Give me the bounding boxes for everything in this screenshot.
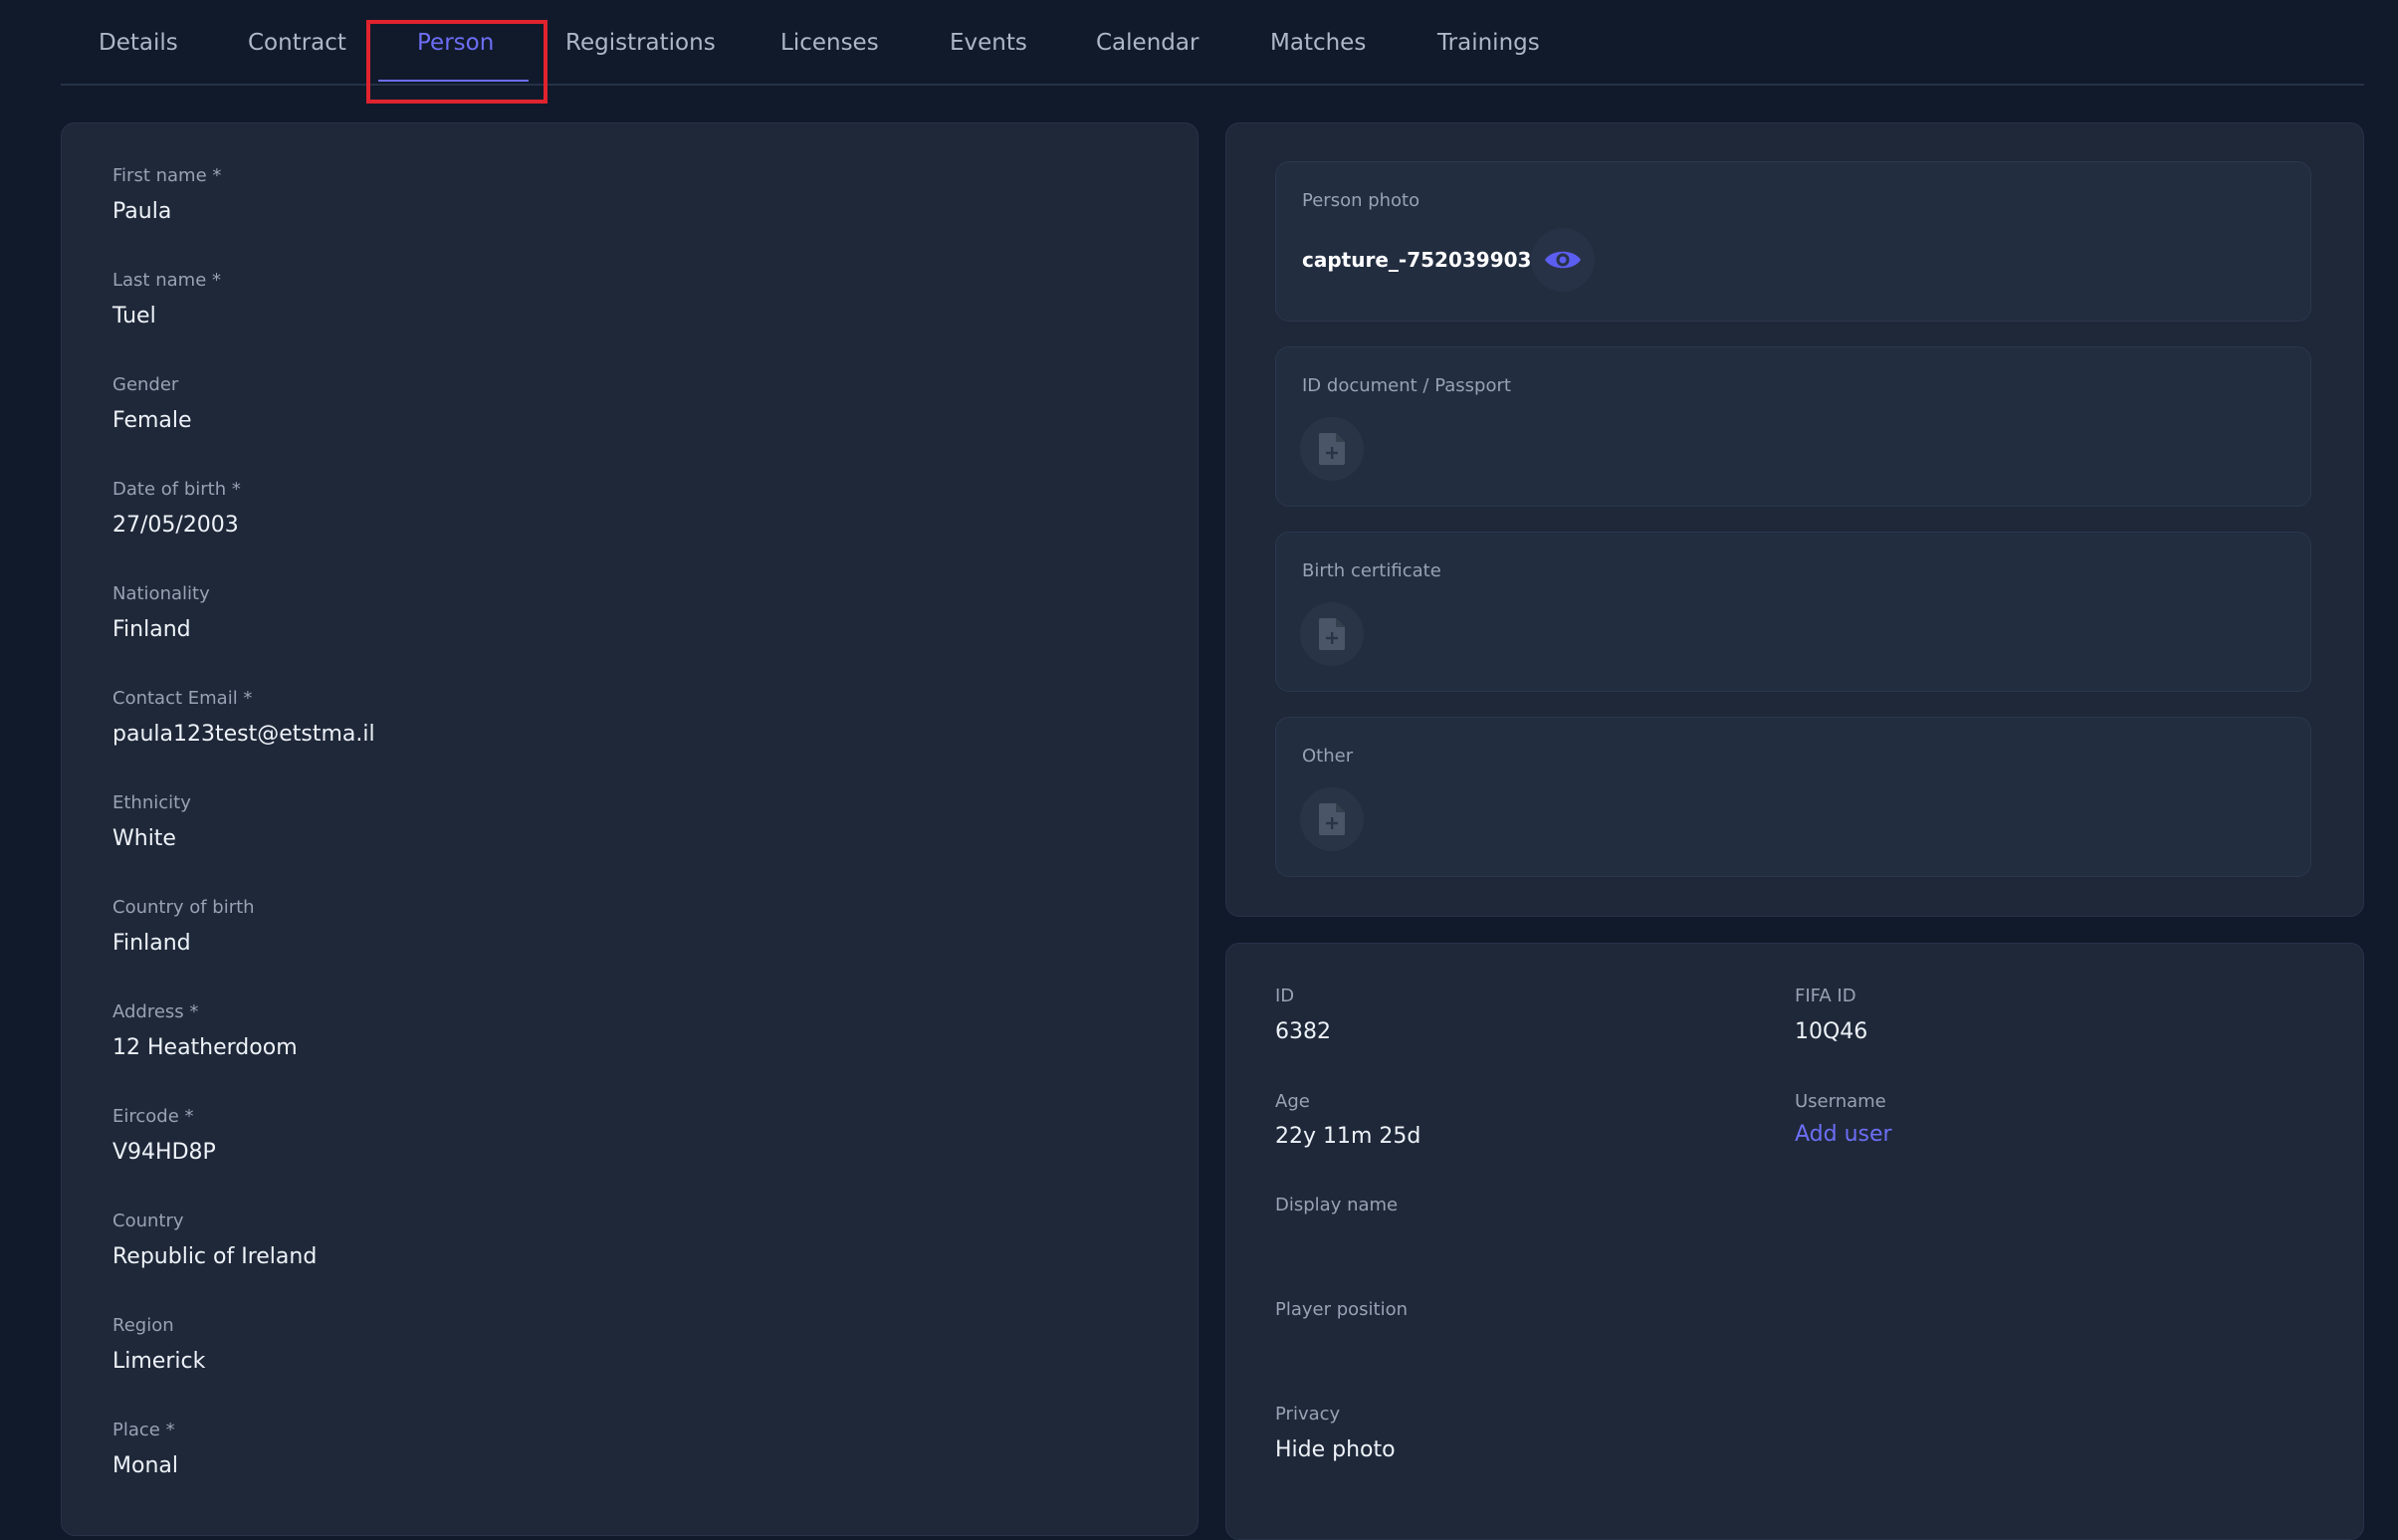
id-document-label: ID document / Passport [1302, 375, 1511, 396]
highlight-box [366, 20, 547, 104]
gender-label: Gender [112, 374, 179, 395]
dob-label: Date of birth * [112, 479, 241, 500]
country-of-birth-value: Finland [112, 931, 191, 956]
ethnicity-label: Ethnicity [112, 792, 191, 813]
view-photo-button[interactable] [1531, 228, 1595, 292]
display-name-label: Display name [1275, 1195, 1399, 1215]
last-name-label: Last name * [112, 270, 221, 291]
dob-value: 27/05/2003 [112, 513, 239, 538]
person-photo-box: Person photo capture_-752039903.png [1275, 161, 2311, 322]
nationality-value: Finland [112, 617, 191, 642]
upload-birth-certificate-button[interactable] [1300, 602, 1364, 666]
ethnicity-value: White [112, 826, 176, 851]
tab-contract[interactable]: Contract [248, 30, 346, 56]
eircode-label: Eircode * [112, 1106, 194, 1127]
id-document-box: ID document / Passport [1275, 346, 2311, 507]
address-value: 12 Heatherdoom [112, 1035, 298, 1060]
person-details-card [61, 122, 1199, 1536]
age-value: 22y 11m 25d [1275, 1124, 1421, 1149]
upload-other-document-button[interactable] [1300, 787, 1364, 851]
privacy-label: Privacy [1275, 1404, 1341, 1425]
place-value: Monal [112, 1453, 178, 1478]
player-position-label: Player position [1275, 1299, 1409, 1320]
country-label: Country [112, 1210, 184, 1231]
region-label: Region [112, 1315, 174, 1336]
file-upload-icon [1319, 803, 1345, 835]
tab-details[interactable]: Details [99, 30, 178, 56]
address-label: Address * [112, 1001, 199, 1022]
last-name-value: Tuel [112, 304, 156, 329]
fifa-id-label: FIFA ID [1795, 986, 1856, 1006]
tab-matches[interactable]: Matches [1270, 30, 1366, 56]
tab-licenses[interactable]: Licenses [780, 30, 879, 56]
fifa-id-value: 10Q46 [1795, 1019, 1868, 1044]
nationality-label: Nationality [112, 583, 210, 604]
other-document-box: Other [1275, 717, 2311, 877]
age-label: Age [1275, 1091, 1310, 1112]
other-document-label: Other [1302, 746, 1354, 767]
tab-events[interactable]: Events [950, 30, 1027, 56]
birth-certificate-label: Birth certificate [1302, 560, 1441, 581]
eircode-value: V94HD8P [112, 1140, 216, 1165]
id-label: ID [1275, 986, 1295, 1006]
privacy-value: Hide photo [1275, 1437, 1396, 1462]
person-photo-label: Person photo [1302, 190, 1420, 211]
id-value: 6382 [1275, 1019, 1331, 1044]
country-value: Republic of Ireland [112, 1244, 318, 1269]
country-of-birth-label: Country of birth [112, 897, 255, 918]
email-value: paula123test@etstma.il [112, 722, 375, 747]
tab-trainings[interactable]: Trainings [1437, 30, 1540, 56]
first-name-value: Paula [112, 199, 172, 224]
file-upload-icon [1319, 618, 1345, 650]
add-user-link[interactable]: Add user [1795, 1122, 1892, 1147]
first-name-label: First name * [112, 165, 222, 186]
email-label: Contact Email * [112, 688, 253, 709]
place-label: Place * [112, 1420, 175, 1440]
region-value: Limerick [112, 1349, 206, 1374]
birth-certificate-box: Birth certificate [1275, 532, 2311, 692]
username-label: Username [1795, 1091, 1886, 1112]
upload-id-document-button[interactable] [1300, 417, 1364, 481]
tab-registrations[interactable]: Registrations [565, 30, 716, 56]
eye-icon [1545, 251, 1581, 269]
tab-calendar[interactable]: Calendar [1096, 30, 1199, 56]
gender-value: Female [112, 408, 192, 433]
file-upload-icon [1319, 433, 1345, 465]
